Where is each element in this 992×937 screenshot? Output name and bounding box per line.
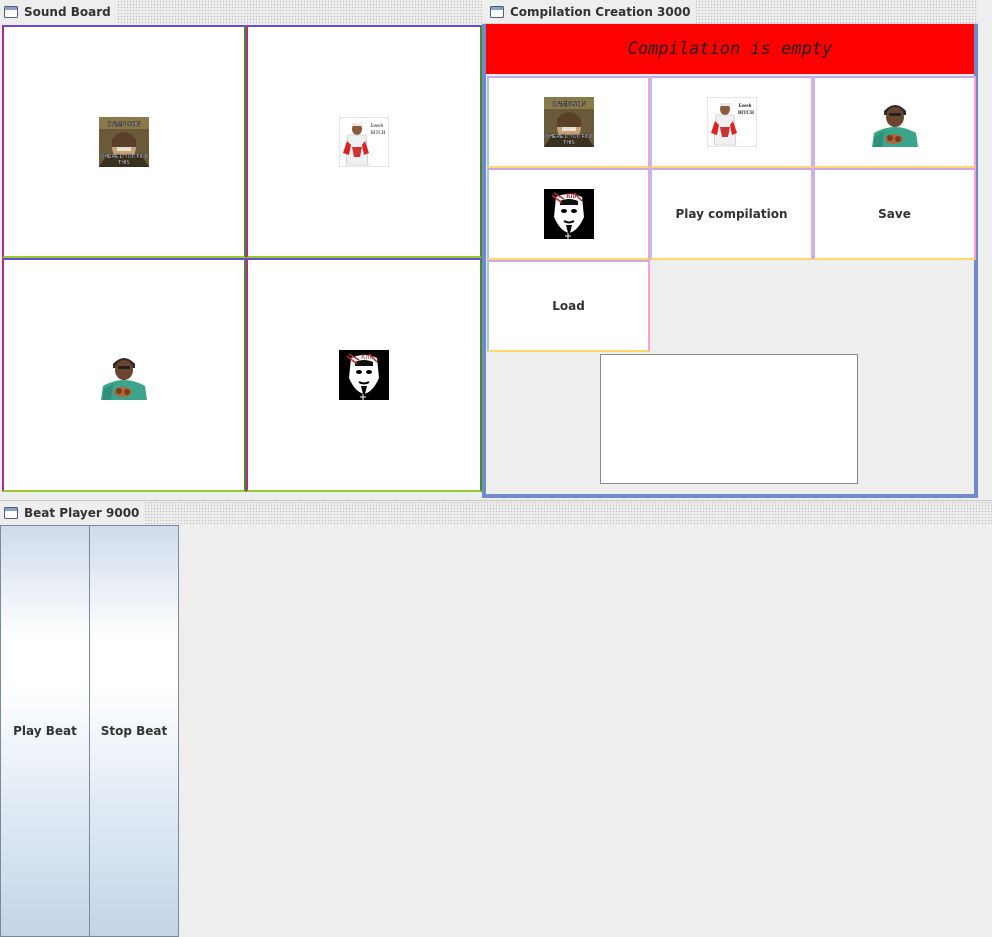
sound-board-grid <box>0 24 482 494</box>
sound-pad-suit-man[interactable] <box>246 25 482 258</box>
beat-player-window: Beat Player 9000 Play Beat Stop Beat <box>0 500 992 937</box>
man-in-white-suit-icon <box>339 117 389 167</box>
sound-pad-rapper[interactable] <box>2 258 246 492</box>
damn-son-meme-icon <box>99 117 149 167</box>
window-icon <box>490 6 504 18</box>
compilation-status: Compilation is empty <box>486 24 974 74</box>
compilation-item-rapper[interactable] <box>813 76 976 168</box>
sound-board-window: Sound Board <box>0 0 482 494</box>
window-title: Beat Player 9000 <box>24 506 140 520</box>
dark-album-cover-icon <box>544 189 594 239</box>
sound-pad-dark-cover[interactable] <box>246 258 482 492</box>
beat-player-titlebar[interactable]: Beat Player 9000 <box>0 501 992 525</box>
window-title: Sound Board <box>24 5 111 19</box>
compilation-text-area[interactable] <box>600 354 858 484</box>
sound-pad-damn-son[interactable] <box>2 25 246 258</box>
save-button[interactable]: Save <box>813 168 976 260</box>
play-beat-button[interactable]: Play Beat <box>0 525 90 937</box>
stop-beat-button[interactable]: Stop Beat <box>89 525 179 937</box>
compilation-item-damn-son[interactable] <box>487 76 650 168</box>
rapper-portrait-icon <box>870 97 920 147</box>
window-icon <box>4 507 18 519</box>
play-compilation-button[interactable]: Play compilation <box>650 168 813 260</box>
window-icon <box>4 6 18 18</box>
compilation-item-dark-cover[interactable] <box>487 168 650 260</box>
man-in-white-suit-icon <box>707 97 757 147</box>
compilation-window: Compilation Creation 3000 Compilation is… <box>482 0 978 498</box>
dark-album-cover-icon <box>339 350 389 400</box>
load-button[interactable]: Load <box>487 260 650 352</box>
compilation-titlebar[interactable]: Compilation Creation 3000 <box>482 0 978 24</box>
window-title: Compilation Creation 3000 <box>510 4 691 19</box>
damn-son-meme-icon <box>544 97 594 147</box>
compilation-item-suit-man[interactable] <box>650 76 813 168</box>
sound-board-titlebar[interactable]: Sound Board <box>0 0 482 24</box>
rapper-portrait-icon <box>99 350 149 400</box>
